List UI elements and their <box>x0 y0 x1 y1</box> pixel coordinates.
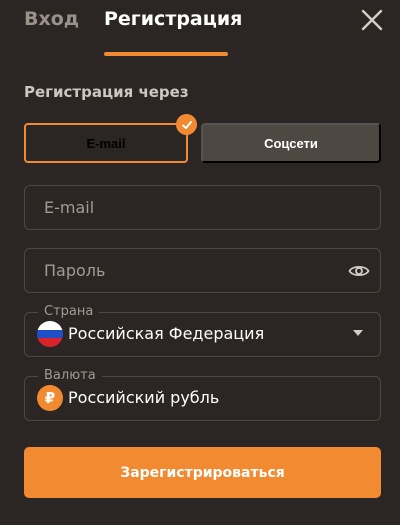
email-input[interactable] <box>25 186 380 229</box>
auth-header: Вход Регистрация <box>0 0 400 56</box>
dropdown-caret-icon[interactable] <box>353 330 363 336</box>
email-field <box>24 185 381 230</box>
password-field <box>24 248 381 293</box>
ruble-coin-icon: ₽ <box>37 385 63 411</box>
registration-method-label: Регистрация через <box>24 83 189 101</box>
currency-label: Валюта <box>38 368 102 384</box>
active-tab-indicator <box>104 52 228 56</box>
method-email-button[interactable]: E-mail <box>24 123 188 163</box>
checkmark-icon <box>176 114 197 135</box>
method-social-button[interactable]: Соцсети <box>201 123 381 163</box>
method-social-label: Соцсети <box>264 135 318 151</box>
register-button[interactable]: Зарегистрироваться <box>24 447 381 498</box>
tab-login[interactable]: Вход <box>24 8 79 30</box>
russia-flag-icon <box>37 321 63 347</box>
method-email-label: E-mail <box>86 135 126 151</box>
currency-value: Российский рубль <box>68 388 220 407</box>
tab-register[interactable]: Регистрация <box>104 8 242 30</box>
password-input[interactable] <box>25 249 380 292</box>
close-icon[interactable] <box>360 8 384 32</box>
eye-icon[interactable] <box>348 261 370 281</box>
country-label: Страна <box>38 304 100 320</box>
country-value: Российская Федерация <box>68 324 265 343</box>
